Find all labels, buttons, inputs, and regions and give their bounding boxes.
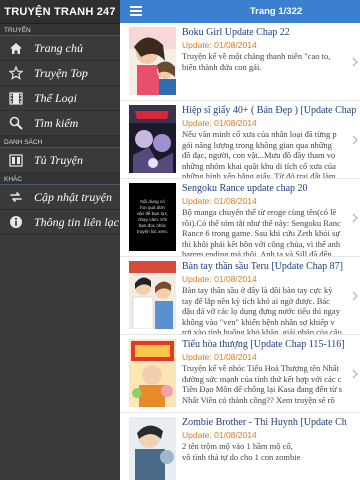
chevron-right-icon xyxy=(352,57,358,67)
description-line: không vào "ven" khiến bệnh nhân sợ khiếp… xyxy=(182,316,335,327)
sidebar-item-genre[interactable]: Thể Loại xyxy=(0,86,120,111)
description-line: những hình xếp bằng giấy. Từ đó trai đất… xyxy=(182,171,336,179)
update-date: Update: 01/08/2014 xyxy=(182,352,257,362)
info-icon xyxy=(8,214,24,230)
description-line: Nếu văn minh cổ xưa của nhân loại đã từn… xyxy=(182,129,337,139)
description-line: tay để lắp nên kỳ tích khó ai ngờ được. … xyxy=(182,295,330,306)
sidebar-item-label: Thông tin liên lạc xyxy=(34,214,119,229)
description-line: Nhất Viên có thành công?? Xem truyện sẽ … xyxy=(182,394,335,405)
sidebar-item-label: Thể Loại xyxy=(34,90,78,105)
manga-description: Nếu văn minh cổ xưa của nhân loại đã từn… xyxy=(182,129,360,179)
manga-title: Tiểu hòa thượng [Update Chap 115-116] xyxy=(182,339,345,350)
home-icon xyxy=(8,40,24,56)
manga-title: Bàn tay thần sầu Teru [Update Chap 87] xyxy=(182,261,344,272)
sidebar-item-label: Cập nhật truyện xyxy=(34,189,112,204)
chevron-right-icon xyxy=(352,213,358,223)
film-icon xyxy=(8,90,24,106)
list-item[interactable]: Boku Girl Update Chap 22 Update: 01/08/2… xyxy=(120,23,360,101)
sidebar-item-label: Tìm kiếm xyxy=(34,115,79,130)
description-line: 2 tên trộm mộ vào 1 hầm mộ cổ, xyxy=(182,441,293,451)
manga-title: Sengoku Rance update chap 20 xyxy=(182,183,308,194)
list-item[interactable]: Zombie Brother - Thi Huynh [Update Ch Up… xyxy=(120,413,360,480)
section-label-danh-sach: DANH SÁCH xyxy=(0,136,120,148)
description-line: đường sức mạnh của tình thứ kết hợp với … xyxy=(182,373,342,384)
update-date: Update: 01/08/2014 xyxy=(182,430,257,440)
description-line: gói năng lượng trong không gian qua nhữn… xyxy=(182,139,332,150)
chevron-right-icon xyxy=(352,291,358,301)
cover-thumbnail xyxy=(129,417,176,480)
cover-thumbnail xyxy=(129,105,176,173)
star-icon xyxy=(8,65,24,81)
description-line: Bộ manga chuyển thể từ eroge cùng tên(có… xyxy=(182,207,337,217)
sidebar-item-label: Tủ Truyện xyxy=(34,152,84,167)
chevron-right-icon xyxy=(352,135,358,145)
sidebar-item-search[interactable]: Tìm kiếm xyxy=(0,111,120,136)
manga-description: Truyện kể về một chàng thanh niên "cao t… xyxy=(182,51,360,72)
chevron-right-icon xyxy=(352,369,358,379)
description-line: những nhóm khai quật khu di tích cổ xưa … xyxy=(182,160,336,171)
app-title: TRUYỆN TRANH 247 xyxy=(0,0,120,24)
manga-title: Hiệp sĩ giấy 40+ ( Bản Đẹp ) [Update Cha… xyxy=(182,105,357,116)
description-line: Truyện kể về một chàng thanh niên "cao t… xyxy=(182,51,331,61)
description-line: rồi).Có thể tóm tắt như thế này: Sengoku… xyxy=(182,217,341,228)
bookshelf-icon xyxy=(8,152,24,168)
top-bar: Trang 1/322 xyxy=(120,0,360,23)
main-content: Trang 1/322 Boku Girl Update Chap 22 Upd… xyxy=(120,0,360,480)
update-date: Update: 01/08/2014 xyxy=(182,274,257,284)
description-line: Bàn tay thần sầu ở đây là đôi bàn tay cự… xyxy=(182,285,333,295)
cover-thumbnail xyxy=(129,339,176,407)
update-date: Update: 01/08/2014 xyxy=(182,196,257,206)
update-date: Update: 01/08/2014 xyxy=(182,40,257,50)
sidebar-item-update[interactable]: Cập nhật truyện xyxy=(0,185,120,210)
update-date: Update: 01/08/2014 xyxy=(182,118,257,128)
list-item[interactable]: Hiệp sĩ giấy 40+ ( Bản Đẹp ) [Update Cha… xyxy=(120,101,360,179)
page-indicator: Trang 1/322 xyxy=(249,6,303,17)
list-item[interactable]: Bàn tay thần sầu Teru [Update Chap 87] U… xyxy=(120,257,360,335)
description-line: biến thành đứa con gái. xyxy=(182,61,262,72)
sidebar-item-label: Trang chủ xyxy=(34,40,84,55)
sidebar: TRUYỆN TRANH 247 TRUYỆN Trang chủ Truyện… xyxy=(0,0,120,480)
sidebar-item-home[interactable]: Trang chủ xyxy=(0,36,120,61)
description-line: đồ đạc, người, con vật...Mưu đồ đầy tham… xyxy=(182,150,336,160)
cover-warning-line: truyện lúc xem. xyxy=(136,229,169,234)
sidebar-item-contact[interactable]: Thông tin liên lạc xyxy=(0,210,120,235)
manga-description: Truyện kể về nhóc Tiểu Hoà Thượng tên Nh… xyxy=(182,363,360,405)
sidebar-item-label: Truyện Top xyxy=(34,65,88,80)
section-label-truyen: TRUYỆN xyxy=(0,24,120,36)
sidebar-item-top[interactable]: Truyện Top xyxy=(0,61,120,86)
list-item[interactable]: Nội dung có hơi quá đơn vận để bạn lực, … xyxy=(120,179,360,257)
description-line: Rance 6 trong game. Sau khi cứu Zeth khỏ… xyxy=(182,228,340,238)
manga-title: Zombie Brother - Thi Huynh [Update Ch xyxy=(182,417,347,428)
section-label-khac: KHÁC xyxy=(0,173,120,185)
refresh-icon xyxy=(8,189,24,205)
description-line: Truyện kể về nhóc Tiểu Hoà Thượng tên Nh… xyxy=(182,363,339,373)
cover-thumbnail: Nội dung có hơi quá đơn vận để bạn lực, … xyxy=(129,183,176,251)
list-item[interactable]: Tiểu hòa thượng [Update Chap 115-116] Up… xyxy=(120,335,360,413)
manga-title: Boku Girl Update Chap 22 xyxy=(182,27,290,38)
description-line: Tiên Đạo Môn để chống lại Kasa đang đến … xyxy=(182,384,343,394)
description-line: thì khôi phải kết hôn với công chúa, vì … xyxy=(182,238,341,249)
manga-list: Boku Girl Update Chap 22 Update: 01/08/2… xyxy=(120,23,360,480)
manga-description: 2 tên trộm mộ vào 1 hầm mộ cổ, vô tình t… xyxy=(182,441,360,462)
description-line: rơi vào tình huống khó khăn, giải pháp c… xyxy=(182,327,342,335)
description-line: harem ending mà thôi. Anh ta và Sill đã … xyxy=(182,249,332,257)
search-icon xyxy=(8,115,24,131)
description-line: đậu đá vỡ các lọ dụng đựng nước tiểu thì… xyxy=(182,306,340,316)
cover-thumbnail xyxy=(129,261,176,329)
cover-thumbnail xyxy=(129,27,176,95)
manga-description: Bộ manga chuyển thể từ eroge cùng tên(có… xyxy=(182,207,360,257)
description-line: vô tình thả tự do cho 1 con zombie xyxy=(182,451,301,462)
manga-description: Bàn tay thần sầu ở đây là đôi bàn tay cự… xyxy=(182,285,360,335)
sidebar-item-bookshelf[interactable]: Tủ Truyện xyxy=(0,148,120,173)
